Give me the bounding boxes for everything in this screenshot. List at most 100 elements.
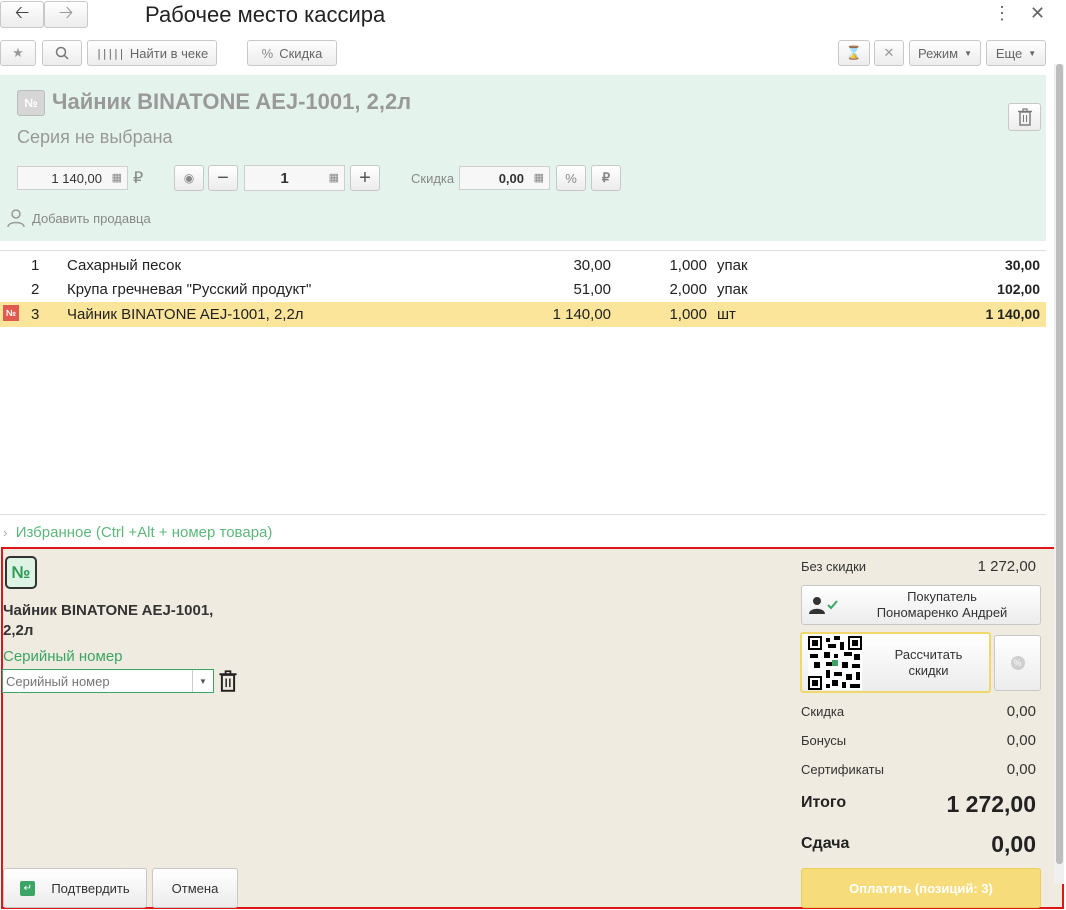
buyer-label: Покупатель — [907, 589, 977, 604]
price-field[interactable]: 1 140,00 ▦ — [17, 166, 128, 190]
price-value: 1 140,00 — [51, 170, 102, 186]
favorite-button[interactable]: ★ — [0, 40, 36, 66]
calculate-discounts-button[interactable]: Рассчитать скидки — [800, 632, 991, 693]
percent-circle-icon: % — [1010, 656, 1025, 670]
qr-code-icon — [808, 635, 862, 690]
total-value: 1 272,00 — [946, 791, 1036, 817]
serial-required-icon: № — [3, 305, 19, 321]
row-unit: упак — [717, 257, 748, 274]
change-label: Сдача — [801, 835, 850, 852]
cancel-button[interactable]: Отмена — [152, 868, 238, 908]
percent-discount-button[interactable]: % — [556, 165, 586, 191]
row-qty: 1,000 — [669, 306, 707, 323]
row-name: Чайник BINATONE AEJ-1001, 2,2л — [67, 306, 304, 323]
cancel-x-button[interactable]: ✕ — [874, 40, 904, 66]
decrease-qty-button[interactable]: − — [208, 165, 238, 191]
serial-number-text[interactable] — [3, 670, 191, 692]
find-in-receipt-button[interactable]: ||||| Найти в чеке — [87, 40, 217, 66]
search-button[interactable] — [42, 40, 82, 66]
discount-summary-value: 0,00 — [1006, 703, 1036, 720]
row-price: 30,00 — [573, 257, 611, 274]
search-icon — [55, 46, 69, 60]
trash-icon — [1017, 108, 1032, 126]
row-price: 1 140,00 — [552, 306, 611, 323]
confirm-button[interactable]: ↵ Подтвердить — [3, 868, 147, 908]
total-label: Итого — [801, 794, 847, 811]
serial-number-label: Серийный номер — [3, 648, 123, 665]
currency-sign: ₽ — [133, 170, 144, 187]
increase-qty-button[interactable]: + — [350, 165, 380, 191]
bonuses-label: Бонусы — [801, 733, 847, 748]
discount-field[interactable]: 0,00 ▦ — [459, 166, 550, 190]
kebab-menu-icon[interactable]: ⋮ — [993, 3, 1011, 24]
add-seller-label: Добавить продавца — [32, 210, 151, 226]
calculator-icon[interactable]: ▦ — [329, 171, 339, 184]
pay-button[interactable]: Оплатить (позиций: 3) — [801, 868, 1041, 908]
row-unit: упак — [717, 281, 748, 298]
mode-label: Режим — [917, 45, 959, 61]
delete-serial-button[interactable] — [218, 670, 238, 697]
arrow-right-icon: 🡢 — [58, 1, 74, 22]
eye-icon: ◉ — [183, 171, 195, 185]
table-row-selected[interactable]: № 3 Чайник BINATONE AEJ-1001, 2,2л 1 140… — [0, 302, 1046, 327]
ruble-discount-button[interactable]: ₽ — [591, 165, 621, 191]
find-in-receipt-label: Найти в чеке — [129, 45, 209, 61]
calculator-icon[interactable]: ▦ — [112, 171, 122, 184]
percent-icon: % — [565, 170, 577, 186]
series-status: Серия не выбрана — [17, 127, 173, 147]
quantity-field[interactable]: 1 ▦ — [244, 165, 345, 191]
title-bar: 🡠 🡢 Рабочее место кассира ⋮ ✕ — [0, 0, 1066, 32]
customer-check-icon — [809, 597, 838, 614]
scrollbar-thumb[interactable] — [1056, 64, 1063, 864]
row-number: 3 — [31, 306, 40, 323]
row-sum: 102,00 — [997, 281, 1040, 297]
serial-number-badge-icon: № — [5, 556, 37, 589]
barcode-icon: ||||| — [95, 46, 125, 60]
more-dropdown[interactable]: Еще ▼ — [986, 40, 1046, 66]
forward-button[interactable]: 🡢 — [44, 1, 88, 28]
close-icon[interactable]: ✕ — [1030, 3, 1045, 24]
discount-value: 0,00 — [498, 170, 524, 186]
delete-item-button[interactable] — [1008, 103, 1041, 131]
discount-toolbar-label: Скидка — [279, 45, 323, 61]
calculator-icon[interactable]: ▦ — [534, 171, 544, 184]
serial-item-name: Чайник BINATONE AEJ-1001, 2,2л — [3, 601, 213, 641]
serial-item-name-line1: Чайник BINATONE AEJ-1001, — [3, 602, 214, 619]
discount-label: Скидка — [411, 171, 455, 186]
serial-number-input[interactable]: ▼ — [2, 669, 214, 693]
row-qty: 2,000 — [669, 281, 707, 298]
dropdown-caret-icon[interactable]: ▼ — [192, 670, 213, 692]
x-icon: ✕ — [883, 45, 895, 60]
receipt-table: 1 Сахарный песок 30,00 1,000 упак 30,00 … — [0, 250, 1046, 515]
plus-icon: + — [359, 166, 371, 189]
favorites-label: Избранное (Ctrl +Alt + номер товара) — [15, 524, 273, 541]
view-button[interactable]: ◉ — [174, 165, 204, 191]
serial-item-name-line2: 2,2л — [3, 622, 34, 639]
bonuses-value: 0,00 — [1006, 732, 1036, 749]
favorites-group[interactable]: › Избранное (Ctrl +Alt + номер товара) — [3, 524, 272, 541]
calc-discounts-label-line1: Рассчитать — [894, 646, 963, 662]
table-row[interactable]: 1 Сахарный песок 30,00 1,000 упак 30,00 — [0, 253, 1046, 278]
without-discount-label: Без скидки — [801, 559, 867, 574]
buyer-button[interactable]: Покупатель Пономаренко Андрей — [801, 585, 1041, 625]
hourglass-button[interactable]: ⌛ — [838, 40, 870, 66]
table-row[interactable]: 2 Крупа гречневая "Русский продукт" 51,0… — [0, 277, 1046, 302]
row-name: Сахарный песок — [67, 257, 182, 274]
hourglass-icon: ⌛ — [845, 45, 863, 60]
chevron-right-icon: › — [3, 525, 8, 540]
discount-toolbar-button[interactable]: % Скидка — [247, 40, 337, 66]
mode-dropdown[interactable]: Режим ▼ — [909, 40, 981, 66]
add-seller-link[interactable]: Добавить продавца — [6, 208, 151, 228]
row-qty: 1,000 — [669, 257, 707, 274]
back-button[interactable]: 🡠 — [0, 1, 44, 28]
star-icon: ★ — [12, 45, 24, 60]
discount-info-button[interactable]: % — [994, 635, 1041, 691]
percent-icon: % — [261, 45, 274, 61]
row-name: Крупа гречневая "Русский продукт" — [67, 281, 312, 298]
enter-icon: ↵ — [20, 880, 36, 896]
confirm-label: Подтвердить — [51, 880, 130, 896]
certificates-value: 0,00 — [1006, 761, 1036, 778]
serial-number-icon[interactable]: № — [17, 90, 45, 116]
window-title: Рабочее место кассира — [145, 2, 386, 27]
buyer-name: Пономаренко Андрей — [876, 605, 1008, 620]
